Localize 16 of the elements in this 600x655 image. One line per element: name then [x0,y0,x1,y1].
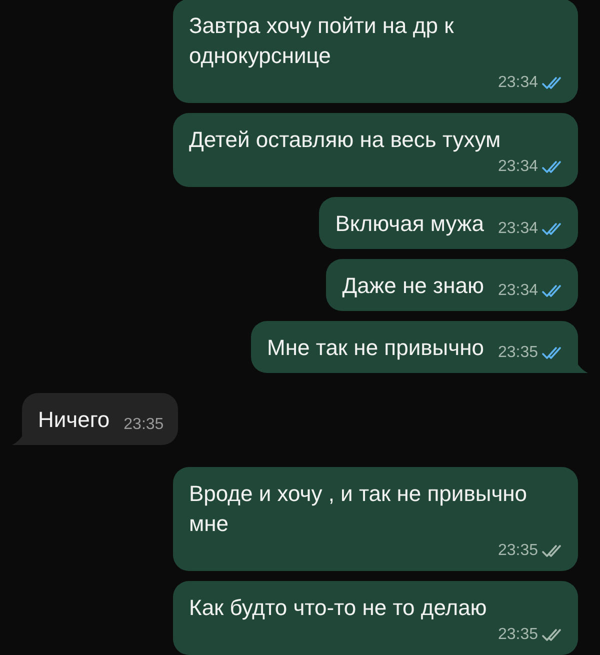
message-time: 23:35 [124,415,164,435]
message-text: Как будто что-то не то делаю [189,594,487,622]
message-text: Вроде и хочу , и так не привычно мне [189,480,528,538]
message-text: Мне так не привычно [267,334,484,362]
message-text: Даже не знаю [342,272,484,300]
message-time: 23:34 [498,157,538,177]
message-time: 23:35 [498,625,538,645]
message-time: 23:35 [498,343,538,363]
message-text: Завтра хочу пойти на др к однокурснице [189,12,455,70]
message-time: 23:34 [498,281,538,301]
message-time: 23:35 [498,541,538,561]
message-text: Ничего [38,406,110,434]
message-time: 23:34 [498,219,538,239]
message-text: Детей оставляю на весь тухум [189,126,501,154]
message-text: Включая мужа [335,210,484,238]
message-time: 23:34 [498,73,538,93]
